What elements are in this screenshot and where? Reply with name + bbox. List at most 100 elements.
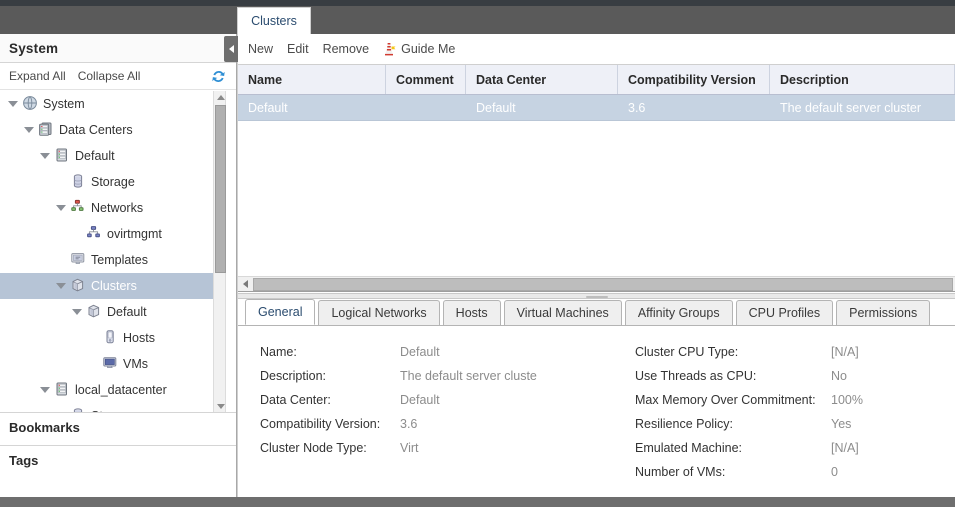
- tree-item-label: ovirtmgmt: [107, 227, 162, 241]
- splitter-grip: [585, 296, 608, 298]
- tree-item-label: Storage: [91, 175, 135, 189]
- main-tab-label: Clusters: [251, 14, 297, 28]
- detail-column-left: Name: Default Description: The default serv…: [260, 340, 537, 460]
- tree-item-hosts[interactable]: Hosts: [0, 325, 213, 351]
- tree-toggle-spacer: [86, 357, 100, 371]
- grid-column-header[interactable]: Description: [770, 65, 955, 94]
- tree-toggle-expanded-icon[interactable]: [54, 279, 68, 293]
- tree-toggle-expanded-icon[interactable]: [38, 383, 52, 397]
- sidebar-title: System: [9, 40, 59, 56]
- tree-item-data-centers[interactable]: Data Centers: [0, 117, 213, 143]
- detail-field-label: Cluster Node Type:: [260, 441, 367, 455]
- tree-toggle-expanded-icon[interactable]: [6, 97, 20, 111]
- detail-field: Cluster CPU Type: [N/A]: [635, 340, 863, 364]
- guide-me-label: Guide Me: [401, 42, 456, 56]
- tree-item-label: Networks: [91, 201, 144, 215]
- tree-item-label: local_datacenter: [75, 383, 167, 397]
- tab-permissions[interactable]: Permissions: [836, 300, 931, 325]
- tree-item-label: Hosts: [123, 331, 155, 345]
- tree-item-label: VMs: [123, 357, 148, 371]
- scroll-up-arrow-icon[interactable]: [214, 91, 227, 104]
- detail-field-label: Resilience Policy:: [635, 417, 733, 431]
- tree-item-vms[interactable]: VMs: [0, 351, 213, 377]
- grid-column-header[interactable]: Name: [238, 65, 386, 94]
- tree-item-default[interactable]: Default: [0, 299, 213, 325]
- detail-field: Number of VMs: 0: [635, 460, 863, 484]
- sidebar-section-bookmarks[interactable]: Bookmarks: [0, 412, 236, 442]
- datacenter-icon: [54, 381, 72, 399]
- tab-affinity-groups[interactable]: Affinity Groups: [624, 300, 733, 325]
- collapse-all-link[interactable]: Collapse All: [72, 69, 147, 83]
- scroll-left-arrow-icon[interactable]: [238, 277, 253, 291]
- new-button[interactable]: New: [248, 42, 273, 56]
- detail-field-label: Compatibility Version:: [260, 417, 381, 431]
- tree-toggle-expanded-icon[interactable]: [70, 305, 84, 319]
- tree-toggle-expanded-icon[interactable]: [22, 123, 36, 137]
- edit-button[interactable]: Edit: [287, 42, 309, 56]
- detail-field-label: Number of VMs:: [635, 465, 726, 479]
- chevron-left-icon: [228, 45, 234, 53]
- tree-item-networks[interactable]: Networks: [0, 195, 213, 221]
- horizontal-scrollbar-thumb[interactable]: [253, 277, 953, 291]
- sidebar-filler: [0, 475, 236, 497]
- grid-column-header[interactable]: Compatibility Version: [618, 65, 770, 94]
- system-tree[interactable]: System Data Centers Default Storage Networks…: [0, 91, 236, 413]
- detail-field-label: Cluster CPU Type:: [635, 345, 739, 359]
- tab-cpu-profiles[interactable]: CPU Profiles: [735, 300, 834, 325]
- networks-icon: [70, 199, 88, 217]
- table-row[interactable]: Default Default 3.6 The default server clus…: [238, 95, 955, 121]
- bookmarks-label: Bookmarks: [9, 420, 80, 435]
- detail-field-value: Default: [400, 393, 440, 407]
- storage-icon: [70, 173, 88, 191]
- detail-field: Max Memory Over Commitment: 100%: [635, 388, 863, 412]
- detail-field: Cluster Node Type: Virt: [260, 436, 537, 460]
- tree-vertical-scrollbar[interactable]: [213, 91, 226, 413]
- refresh-icon[interactable]: [211, 69, 226, 84]
- tree-item-ovirtmgmt[interactable]: ovirtmgmt: [0, 221, 213, 247]
- tree-item-default[interactable]: Default: [0, 143, 213, 169]
- detail-field-value: No: [831, 369, 847, 383]
- tree-item-local-datacenter[interactable]: local_datacenter: [0, 377, 213, 403]
- detail-field-value: 0: [831, 465, 838, 479]
- guide-me-button[interactable]: Guide Me: [383, 42, 455, 57]
- main-tab-clusters[interactable]: Clusters: [237, 7, 311, 34]
- tree-item-label: Default: [107, 305, 147, 319]
- grid-horizontal-scrollbar[interactable]: [238, 276, 955, 292]
- grid-column-header[interactable]: Comment: [386, 65, 466, 94]
- grid-body: Default Default 3.6 The default server clus…: [238, 95, 955, 121]
- scrollbar-thumb[interactable]: [215, 105, 226, 273]
- cluster-icon: [70, 277, 88, 295]
- tree-item-storage[interactable]: Storage: [0, 169, 213, 195]
- tree-item-templates[interactable]: Templates: [0, 247, 213, 273]
- clusters-grid: Name Comment Data Center Compatibility Vers…: [238, 65, 955, 268]
- sidebar-collapse-button[interactable]: [224, 36, 238, 62]
- sidebar-section-tags[interactable]: Tags: [0, 445, 236, 475]
- tree-toggle-expanded-icon[interactable]: [38, 149, 52, 163]
- detail-field-value: Virt: [400, 441, 419, 455]
- table-cell: The default server cluster: [780, 100, 922, 115]
- grid-column-header[interactable]: Data Center: [466, 65, 618, 94]
- expand-all-link[interactable]: Expand All: [0, 69, 72, 83]
- detail-field-label: Description:: [260, 369, 326, 383]
- detail-field-value: Yes: [831, 417, 852, 431]
- detail-column-right: Cluster CPU Type: [N/A] Use Threads as CPU…: [635, 340, 863, 484]
- detail-field: Resilience Policy: Yes: [635, 412, 863, 436]
- tab-logical-networks[interactable]: Logical Networks: [318, 300, 440, 325]
- detail-field-value: Default: [400, 345, 440, 359]
- application-window: Clusters System Expand All Collapse All …: [0, 0, 955, 507]
- grid-header-row: Name Comment Data Center Compatibility Vers…: [238, 65, 955, 95]
- tab-virtual-machines[interactable]: Virtual Machines: [503, 300, 622, 325]
- detail-field: Use Threads as CPU: No: [635, 364, 863, 388]
- remove-button[interactable]: Remove: [323, 42, 370, 56]
- cluster-icon: [86, 303, 104, 321]
- tab-general[interactable]: General: [245, 299, 316, 325]
- globe-icon: [22, 95, 40, 113]
- detail-field-label: Data Center:: [260, 393, 331, 407]
- lighthouse-icon: [383, 42, 397, 57]
- tree-item-system[interactable]: System: [0, 91, 213, 117]
- table-cell: Default: [248, 100, 288, 115]
- tree-toggle-expanded-icon[interactable]: [54, 201, 68, 215]
- tree-item-clusters[interactable]: Clusters: [0, 273, 213, 299]
- detail-field: Data Center: Default: [260, 388, 537, 412]
- tab-hosts[interactable]: Hosts: [442, 300, 501, 325]
